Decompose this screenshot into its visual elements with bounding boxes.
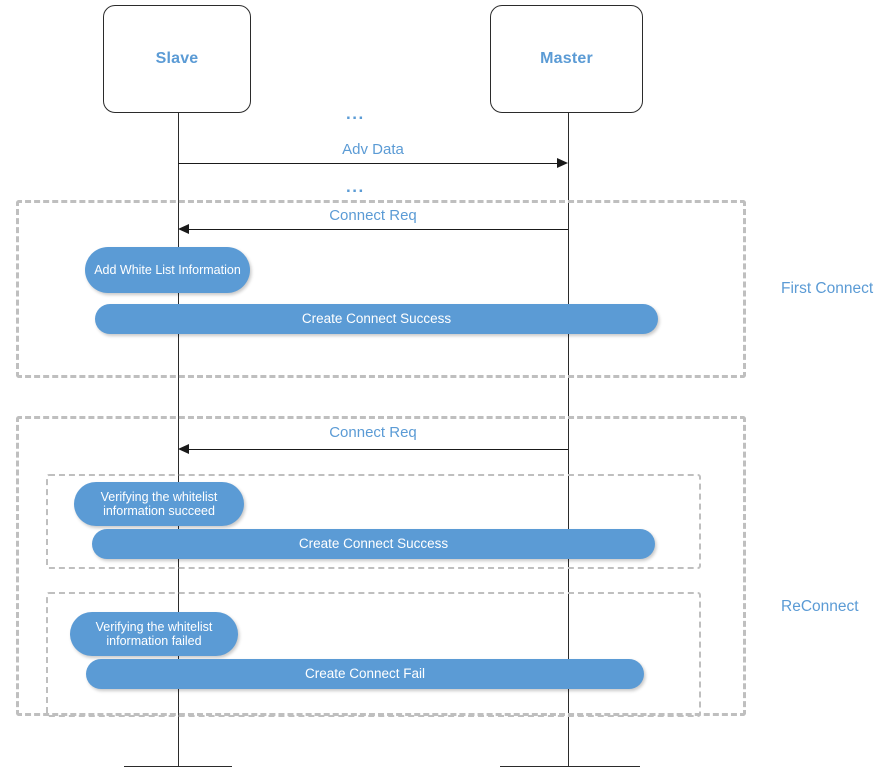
participant-master-label: Master bbox=[540, 50, 593, 67]
sequence-diagram-canvas: Slave Master ... ... First Connect ReCon… bbox=[0, 0, 894, 773]
message-connect-req-2-arrowhead-icon bbox=[178, 444, 189, 454]
ellipsis-top-icon: ... bbox=[346, 104, 365, 123]
action-add-white-list[interactable]: Add White List Information bbox=[85, 247, 250, 293]
action-verify-whitelist-failed[interactable]: Verifying the whitelist information fail… bbox=[70, 612, 238, 656]
lifeline-foot-master bbox=[500, 766, 640, 767]
action-add-white-list-label: Add White List Information bbox=[94, 263, 241, 277]
message-adv-data-line bbox=[178, 163, 558, 164]
participant-slave-label: Slave bbox=[155, 50, 199, 67]
message-adv-data-arrowhead-icon bbox=[557, 158, 568, 168]
frame-reconnect-label: ReConnect bbox=[781, 598, 859, 615]
participant-master[interactable]: Master bbox=[490, 5, 643, 113]
lifeline-foot-slave bbox=[124, 766, 232, 767]
action-create-connect-success-1-label: Create Connect Success bbox=[301, 311, 452, 327]
action-create-connect-fail[interactable]: Create Connect Fail bbox=[86, 659, 644, 689]
message-adv-data-label: Adv Data bbox=[342, 141, 404, 158]
action-verify-whitelist-failed-label: Verifying the whitelist information fail… bbox=[95, 620, 213, 648]
action-verify-whitelist-succeed-label: Verifying the whitelist information succ… bbox=[100, 490, 218, 518]
action-create-connect-success-2[interactable]: Create Connect Success bbox=[92, 529, 655, 559]
message-connect-req-2-line bbox=[188, 449, 568, 450]
participant-slave[interactable]: Slave bbox=[103, 5, 251, 113]
message-connect-req-1-label: Connect Req bbox=[329, 207, 417, 224]
message-connect-req-1-arrowhead-icon bbox=[178, 224, 189, 234]
message-connect-req-2-label: Connect Req bbox=[329, 424, 417, 441]
action-create-connect-success-2-label: Create Connect Success bbox=[298, 536, 449, 552]
message-connect-req-1-line bbox=[188, 229, 568, 230]
action-create-connect-success-1[interactable]: Create Connect Success bbox=[95, 304, 658, 334]
ellipsis-mid-icon: ... bbox=[346, 177, 365, 196]
frame-first-connect-label: First Connect bbox=[781, 280, 874, 297]
action-create-connect-fail-label: Create Connect Fail bbox=[304, 666, 426, 682]
action-verify-whitelist-succeed[interactable]: Verifying the whitelist information succ… bbox=[74, 482, 244, 526]
